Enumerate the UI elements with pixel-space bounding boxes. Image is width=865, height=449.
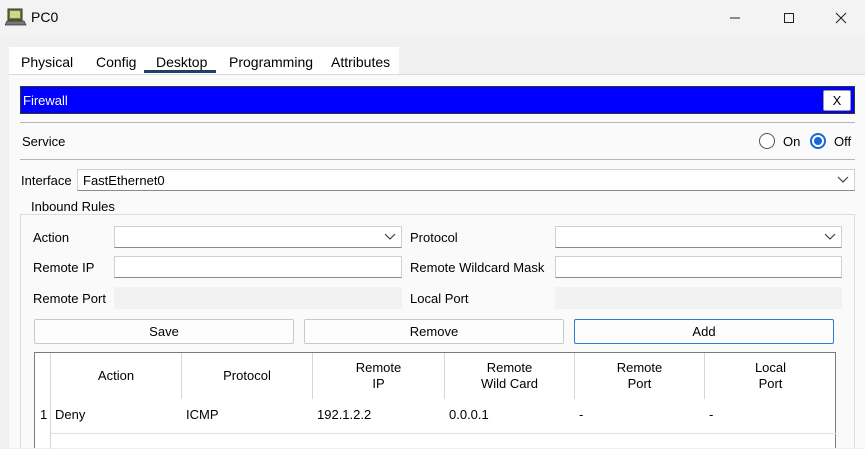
interface-label: Interface: [21, 173, 72, 188]
chevron-down-icon: [837, 176, 849, 183]
firewall-title: Firewall: [23, 93, 68, 108]
add-button[interactable]: Add: [574, 319, 834, 344]
column-header-line: Port: [627, 376, 652, 391]
firewall-header: Firewall X: [20, 86, 855, 114]
maximize-icon: [784, 13, 794, 23]
column-header-local-port[interactable]: Local Port: [705, 353, 836, 399]
column-header-line: Port: [758, 376, 783, 391]
action-select[interactable]: [114, 226, 402, 248]
remote-wildcard-input[interactable]: [555, 256, 842, 278]
tab-desktop[interactable]: Desktop: [156, 54, 207, 70]
tab-attributes[interactable]: Attributes: [331, 54, 390, 70]
remote-port-input: [114, 287, 402, 309]
active-tab-indicator: [144, 70, 216, 73]
cell-remote-wildcard: 0.0.0.1: [449, 407, 489, 422]
cell-local-port: -: [709, 407, 714, 422]
column-header-line: Remote: [355, 360, 402, 375]
interface-value: FastEthernet0: [83, 173, 165, 188]
chevron-down-icon: [384, 233, 396, 240]
rules-table: Action Protocol Remote IP Remote Wild Card…: [34, 352, 836, 449]
app-icon: [5, 8, 27, 26]
cell-remote-port: -: [579, 407, 584, 422]
remote-wildcard-label: Remote Wildcard Mask: [410, 260, 545, 275]
row-header-column: [35, 353, 51, 449]
column-header-protocol[interactable]: Protocol: [182, 353, 313, 399]
maximize-button[interactable]: [766, 0, 812, 36]
window-title: PC0: [31, 9, 59, 25]
title-bar: PC0: [0, 0, 865, 36]
divider: [20, 159, 855, 160]
service-label: Service: [22, 134, 66, 149]
firewall-close-button[interactable]: X: [823, 90, 851, 111]
column-header-remote-port[interactable]: Remote Port: [575, 353, 705, 399]
remote-port-label: Remote Port: [33, 291, 106, 306]
minimize-icon: [730, 17, 740, 19]
interface-select[interactable]: FastEthernet0: [77, 169, 855, 191]
tab-programming[interactable]: Programming: [229, 54, 313, 70]
action-label: Action: [33, 230, 70, 245]
column-header-remote-ip[interactable]: Remote IP: [313, 353, 445, 399]
close-window-button[interactable]: [818, 0, 864, 36]
tab-physical[interactable]: Physical: [21, 54, 73, 70]
row-divider: [51, 433, 836, 434]
tab-config[interactable]: Config: [96, 54, 136, 70]
column-header-line: IP: [372, 376, 385, 391]
column-header-line: Remote: [486, 360, 533, 375]
local-port-label: Local Port: [410, 291, 469, 306]
column-header-action[interactable]: Action: [51, 353, 182, 399]
cell-protocol: ICMP: [186, 407, 219, 422]
service-on-label: On: [783, 134, 801, 149]
save-button[interactable]: Save: [34, 319, 294, 344]
column-header-line: Action: [97, 368, 135, 383]
column-header-line: Remote: [616, 360, 663, 375]
service-on-radio[interactable]: [759, 133, 775, 149]
chevron-down-icon: [824, 233, 836, 240]
cell-remote-ip: 192.1.2.2: [317, 407, 372, 422]
column-header-line: Protocol: [223, 368, 271, 383]
remote-ip-input[interactable]: [114, 256, 402, 278]
remote-ip-label: Remote IP: [33, 260, 95, 275]
cell-action: Deny: [55, 407, 86, 422]
local-port-input: [555, 287, 842, 309]
minimize-button[interactable]: [712, 0, 758, 36]
protocol-label: Protocol: [410, 230, 458, 245]
divider: [20, 122, 855, 123]
column-header-remote-wildcard[interactable]: Remote Wild Card: [445, 353, 575, 399]
inbound-rules-title: Inbound Rules: [28, 199, 118, 214]
row-index: 1: [40, 407, 48, 422]
remove-button[interactable]: Remove: [304, 319, 564, 344]
service-off-label: Off: [834, 134, 852, 149]
protocol-select[interactable]: [555, 226, 842, 248]
service-off-radio[interactable]: [810, 133, 826, 149]
column-header-line: Wild Card: [480, 376, 539, 391]
close-icon: [835, 12, 847, 24]
column-header-line: Local: [754, 360, 787, 375]
